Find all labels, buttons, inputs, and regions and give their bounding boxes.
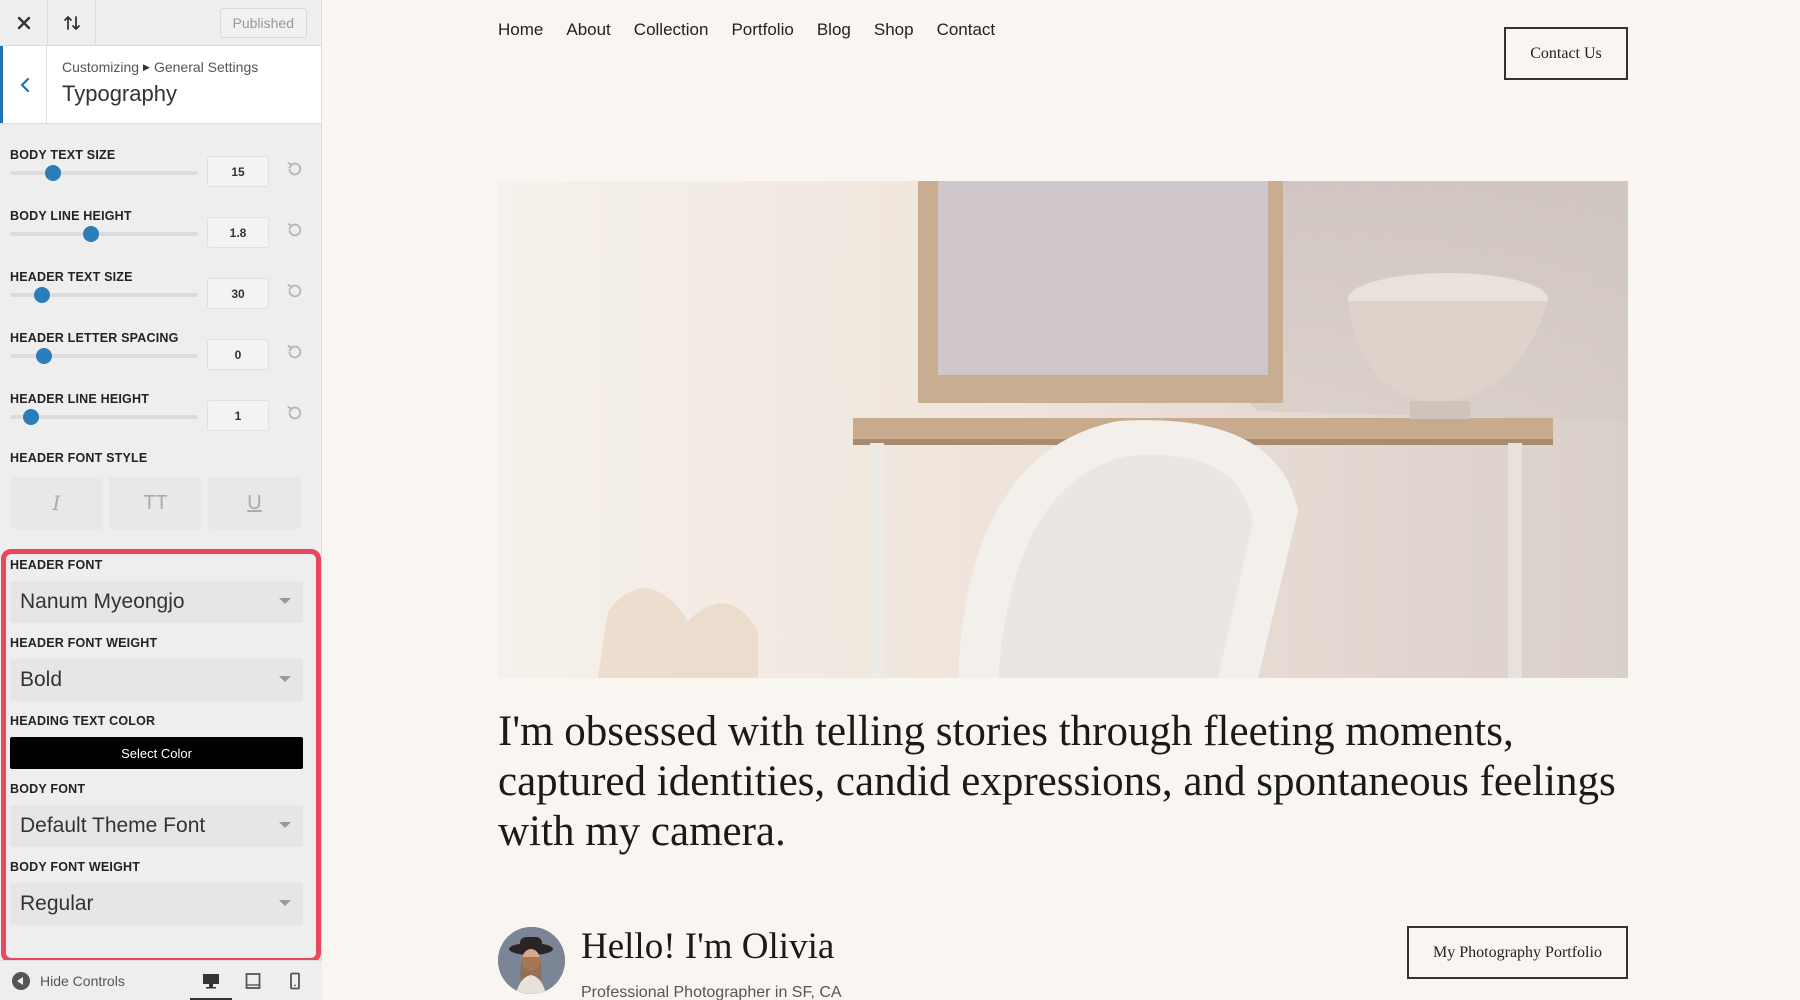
desktop-icon [203, 973, 219, 988]
number-input[interactable]: 15 [207, 156, 269, 187]
hello-subtitle: Professional Photographer in SF, CA [581, 984, 842, 1000]
customizer-footer: Hide Controls [0, 960, 322, 1000]
breadcrumb-parent: General Settings [153, 59, 259, 75]
control-label: BODY LINE HEIGHT [10, 209, 132, 223]
header-font-weight-value: Bold [20, 668, 63, 691]
underline-toggle[interactable]: U [208, 477, 301, 529]
chevron-down-icon [279, 676, 291, 682]
typography-controls: BODY TEXT SIZE 15 BODY LINE HEIGHT 1.8 H… [0, 148, 321, 529]
body-font-label: BODY FONT [10, 782, 86, 796]
header-font-weight-select[interactable]: Bold [10, 659, 303, 701]
nav-item-shop[interactable]: Shop [874, 20, 914, 40]
header-font-weight-label: HEADER FONT WEIGHT [10, 636, 158, 650]
reset-icon[interactable] [285, 282, 303, 300]
slider-track[interactable] [10, 226, 198, 242]
back-button[interactable] [0, 46, 47, 123]
hide-controls-button[interactable]: Hide Controls [0, 971, 125, 990]
control-label: HEADER FONT STYLE [10, 451, 148, 465]
hero-image [498, 181, 1628, 678]
number-input[interactable]: 1.8 [207, 217, 269, 248]
header-font-style-control: HEADER FONT STYLE I TT U [10, 449, 311, 529]
intro-quote: I'm obsessed with telling stories throug… [498, 708, 1616, 855]
reorder-button[interactable] [48, 0, 96, 46]
hello-heading: Hello! I'm Olivia [581, 926, 835, 967]
published-button[interactable]: Published [219, 7, 307, 38]
header-text-size-control: HEADER TEXT SIZE 30 [10, 270, 311, 331]
tablet-icon [245, 972, 261, 989]
control-label: HEADER LETTER SPACING [10, 331, 179, 345]
chevron-down-icon [279, 598, 291, 604]
select-color-button[interactable]: Select Color [10, 737, 303, 769]
breadcrumb-root: Customizing [62, 59, 140, 75]
breadcrumb: Customizing ▶ General Settings Typograph… [47, 46, 258, 123]
slider-thumb[interactable] [35, 348, 52, 364]
section-header: Customizing ▶ General Settings Typograph… [0, 46, 321, 124]
slider-thumb[interactable] [82, 226, 99, 242]
control-label: HEADER LINE HEIGHT [10, 392, 150, 406]
body-font-weight-value: Regular [20, 892, 94, 915]
tablet-preview-button[interactable] [232, 961, 274, 1000]
customizer-sidebar: Published Customizing ▶ General Settings… [0, 0, 322, 1000]
desktop-preview-button[interactable] [190, 961, 232, 1000]
header-font-select[interactable]: Nanum Myeongjo [10, 581, 303, 623]
body-line-height-control: BODY LINE HEIGHT 1.8 [10, 209, 311, 270]
header-letter-spacing-control: HEADER LETTER SPACING 0 [10, 331, 311, 392]
header-font-value: Nanum Myeongjo [20, 590, 185, 613]
header-font-label: HEADER FONT [10, 558, 103, 572]
number-input[interactable]: 1 [207, 400, 269, 431]
uppercase-toggle[interactable]: TT [109, 477, 202, 529]
control-label: BODY TEXT SIZE [10, 148, 116, 162]
body-font-value: Default Theme Font [20, 814, 206, 837]
nav-item-blog[interactable]: Blog [817, 20, 851, 40]
chevron-left-icon [20, 77, 29, 92]
mobile-preview-button[interactable] [274, 961, 316, 1000]
avatar [498, 927, 565, 994]
nav-item-home[interactable]: Home [498, 20, 543, 40]
reset-icon[interactable] [285, 404, 303, 422]
heading-text-color-label: HEADING TEXT COLOR [10, 714, 156, 728]
device-switcher [190, 961, 316, 1000]
collapse-icon [12, 971, 30, 990]
number-input[interactable]: 30 [207, 278, 269, 309]
chevron-down-icon [279, 900, 291, 906]
nav-item-portfolio[interactable]: Portfolio [731, 20, 793, 40]
site-preview: Home About Collection Portfolio Blog Sho… [322, 0, 1800, 1000]
body-text-size-control: BODY TEXT SIZE 15 [10, 148, 311, 209]
body-font-weight-select[interactable]: Regular [10, 883, 303, 925]
slider-track[interactable] [10, 409, 198, 425]
control-label: HEADER TEXT SIZE [10, 270, 133, 284]
slider-track[interactable] [10, 287, 198, 303]
italic-toggle[interactable]: I [10, 477, 103, 529]
header-line-height-control: HEADER LINE HEIGHT 1 [10, 392, 311, 453]
contact-us-button[interactable]: Contact Us [1504, 27, 1628, 80]
nav-item-contact[interactable]: Contact [937, 20, 996, 40]
sort-arrows-icon [63, 15, 80, 30]
reset-icon[interactable] [285, 343, 303, 361]
slider-thumb[interactable] [45, 165, 62, 181]
section-title: Typography [62, 81, 177, 106]
slider-thumb[interactable] [33, 287, 50, 303]
body-font-select[interactable]: Default Theme Font [10, 805, 303, 847]
reset-icon[interactable] [285, 160, 303, 178]
body-font-weight-label: BODY FONT WEIGHT [10, 860, 141, 874]
main-nav: Home About Collection Portfolio Blog Sho… [498, 20, 995, 40]
nav-item-collection[interactable]: Collection [634, 20, 709, 40]
slider-thumb[interactable] [22, 409, 39, 425]
number-input[interactable]: 0 [207, 339, 269, 370]
portfolio-button[interactable]: My Photography Portfolio [1407, 926, 1628, 979]
caret-right-icon: ▶ [143, 61, 150, 72]
slider-track[interactable] [10, 348, 198, 364]
hide-controls-label: Hide Controls [40, 972, 125, 989]
nav-item-about[interactable]: About [566, 20, 610, 40]
close-icon [17, 16, 30, 29]
reset-icon[interactable] [285, 221, 303, 239]
slider-track[interactable] [10, 165, 198, 181]
chevron-down-icon [279, 822, 291, 828]
close-button[interactable] [0, 0, 48, 46]
customizer-topbar: Published [0, 0, 321, 46]
font-settings-group: HEADER FONT Nanum Myeongjo HEADER FONT W… [10, 558, 303, 938]
mobile-icon [290, 972, 300, 989]
